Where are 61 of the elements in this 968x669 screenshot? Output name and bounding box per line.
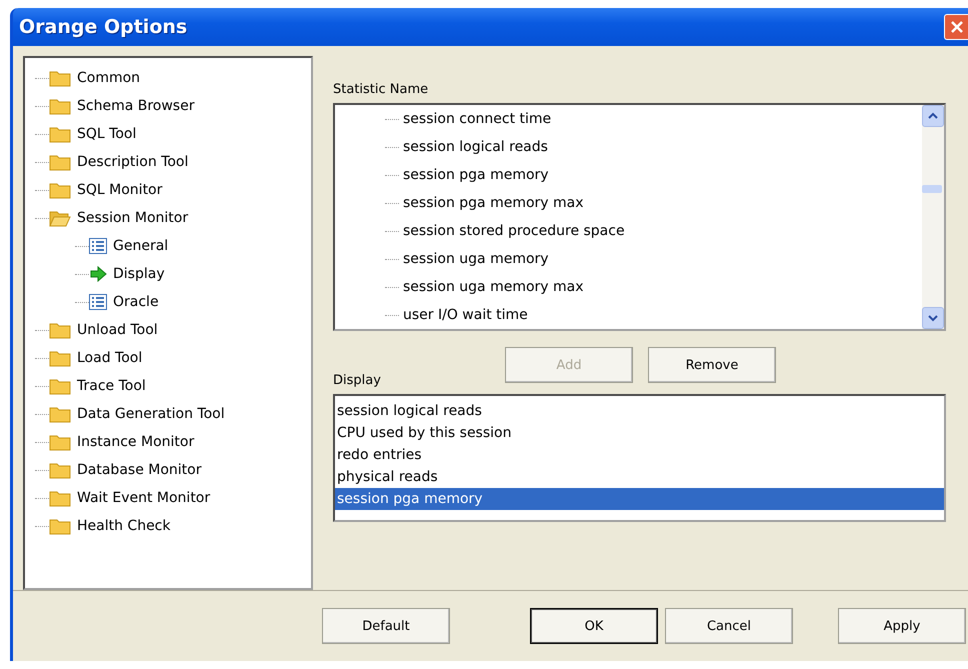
open-folder-icon: [49, 209, 71, 227]
list-item[interactable]: session stored procedure space: [403, 223, 625, 239]
list-item[interactable]: session pga memory max: [403, 195, 584, 211]
tree-item[interactable]: Oracle: [113, 294, 159, 310]
list-icon: [89, 238, 107, 254]
folder-icon: [49, 433, 71, 451]
close-button[interactable]: [944, 14, 968, 40]
list-item[interactable]: CPU used by this session: [335, 422, 944, 444]
dialog-button[interactable]: OK: [530, 608, 658, 644]
field-label: Statistic Name: [333, 82, 430, 97]
scrollbar[interactable]: [922, 105, 944, 329]
list-item[interactable]: redo entries: [335, 444, 944, 466]
dialog-button[interactable]: Apply: [838, 608, 966, 644]
arrow-icon: [89, 266, 107, 282]
scroll-up-icon[interactable]: [922, 105, 944, 127]
list-item[interactable]: session logical reads: [403, 139, 548, 155]
tree-item[interactable]: Common: [77, 70, 140, 86]
tree-item[interactable]: Display: [113, 266, 165, 282]
list-item[interactable]: session logical reads: [335, 400, 944, 422]
folder-icon: [49, 377, 71, 395]
tree-item[interactable]: Trace Tool: [77, 378, 146, 394]
tree-item[interactable]: Wait Event Monitor: [77, 490, 210, 506]
folder-icon: [49, 69, 71, 87]
folder-icon: [49, 321, 71, 339]
folder-icon: [49, 97, 71, 115]
tree-item[interactable]: General: [113, 238, 168, 254]
list-item[interactable]: user I/O wait time: [403, 307, 528, 323]
dialog-button[interactable]: Cancel: [665, 608, 793, 644]
folder-icon: [49, 517, 71, 535]
list-item[interactable]: session uga memory max: [403, 279, 584, 295]
tree-item[interactable]: Instance Monitor: [77, 434, 194, 450]
folder-icon: [49, 125, 71, 143]
list-button[interactable]: Remove: [648, 347, 776, 383]
tree-item[interactable]: Unload Tool: [77, 322, 158, 338]
tree-item[interactable]: Load Tool: [77, 350, 142, 366]
tree-item[interactable]: Database Monitor: [77, 462, 202, 478]
tree-item[interactable]: Data Generation Tool: [77, 406, 225, 422]
scroll-thumb[interactable]: [922, 185, 942, 193]
tree-item[interactable]: Description Tool: [77, 154, 188, 170]
dialog-button[interactable]: Default: [322, 608, 450, 644]
tree-item[interactable]: SQL Monitor: [77, 182, 162, 198]
tree-item[interactable]: Session Monitor: [77, 210, 188, 226]
list-item[interactable]: session pga memory: [335, 488, 944, 510]
list-icon: [89, 294, 107, 310]
list-item[interactable]: session pga memory: [403, 167, 549, 183]
list-item[interactable]: session connect time: [403, 111, 552, 127]
tree-item[interactable]: SQL Tool: [77, 126, 136, 142]
list-item[interactable]: physical reads: [335, 466, 944, 488]
folder-icon: [49, 461, 71, 479]
folder-icon: [49, 349, 71, 367]
folder-icon: [49, 489, 71, 507]
scroll-down-icon[interactable]: [922, 307, 944, 329]
field-label: Display: [333, 373, 381, 388]
list-item[interactable]: session uga memory: [403, 251, 549, 267]
close-icon: [950, 20, 964, 34]
folder-icon: [49, 405, 71, 423]
tree-item[interactable]: Health Check: [77, 518, 170, 534]
folder-icon: [49, 153, 71, 171]
window-title: Orange Options: [19, 16, 188, 38]
folder-icon: [49, 181, 71, 199]
tree-item[interactable]: Schema Browser: [77, 98, 194, 114]
